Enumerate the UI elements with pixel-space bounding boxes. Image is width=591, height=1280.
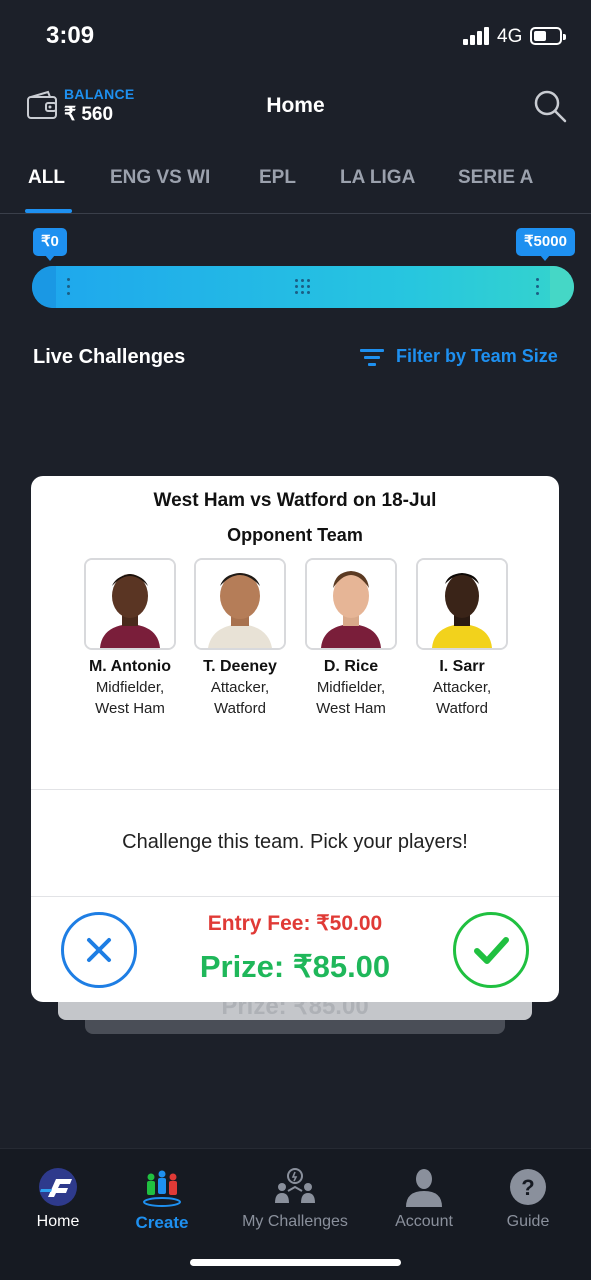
battery-icon [530, 27, 566, 45]
range-min-label: ₹0 [33, 228, 67, 261]
entry-fee-range-slider: ₹0 ₹5000 [0, 228, 591, 318]
status-bar: 3:09 4G [0, 0, 591, 70]
nav-label: Create [135, 1213, 189, 1232]
filter-label: Filter by Team Size [396, 346, 558, 366]
challenge-card[interactable]: West Ham vs Watford on 18-Jul Opponent T… [31, 476, 559, 1002]
tab-serie-a[interactable]: SERIE A [458, 167, 533, 189]
player-photo [416, 558, 508, 650]
nav-home[interactable]: Home [3, 1167, 113, 1231]
guide-icon: ? [506, 1167, 550, 1207]
match-title: West Ham vs Watford on 18-Jul [153, 490, 437, 511]
player-team: West Ham [316, 700, 386, 717]
app-header: BALANCE ₹ 560 Home [0, 70, 591, 140]
league-tabs: ALL ENG VS WI EPL LA LIGA SERIE A [0, 150, 591, 214]
tab-la-liga[interactable]: LA LIGA [340, 167, 415, 189]
player-team: Watford [436, 700, 488, 717]
nav-create[interactable]: Create [107, 1167, 217, 1233]
tab-eng-vs-wi[interactable]: ENG VS WI [110, 167, 210, 189]
player-name: D. Rice [323, 658, 379, 675]
range-max-label: ₹5000 [516, 228, 575, 261]
player-team: West Ham [95, 700, 165, 717]
card-divider [31, 896, 559, 897]
home-logo-icon [36, 1167, 80, 1207]
nav-label: Home [36, 1213, 80, 1230]
player-team: Watford [214, 700, 266, 717]
section-title: Live Challenges [33, 346, 186, 368]
nav-guide[interactable]: ? Guide [473, 1167, 583, 1231]
player-position: Attacker, [210, 679, 270, 696]
status-time: 3:09 [46, 22, 95, 49]
nav-my-challenges[interactable]: My Challenges [240, 1167, 350, 1231]
player-card: M. Antonio Midfielder, West Ham [75, 558, 185, 718]
player-name: T. Deeney [203, 658, 277, 675]
range-track[interactable] [32, 266, 574, 308]
svg-text:?: ? [521, 1175, 534, 1200]
home-indicator [190, 1259, 401, 1266]
card-divider [31, 789, 559, 790]
player-card: T. Deeney Attacker, Watford [185, 558, 295, 718]
player-card: D. Rice Midfielder, West Ham [296, 558, 406, 718]
player-photo [84, 558, 176, 650]
create-team-icon [140, 1167, 184, 1207]
nav-label: Account [395, 1213, 453, 1230]
nav-label: My Challenges [242, 1213, 348, 1230]
player-name: I. Sarr [439, 658, 485, 675]
player-position: Midfielder, [316, 679, 386, 696]
tab-all[interactable]: ALL [28, 167, 65, 189]
wallet-icon[interactable] [26, 90, 58, 120]
checkmark-icon [474, 937, 509, 964]
tab-epl[interactable]: EPL [259, 167, 296, 189]
player-photo [305, 558, 397, 650]
range-max-handle[interactable] [532, 266, 574, 308]
range-min-handle[interactable] [32, 266, 74, 308]
player-position: Attacker, [432, 679, 492, 696]
accept-challenge-button[interactable] [453, 912, 529, 988]
player-name: M. Antonio [88, 658, 172, 675]
nav-label: Guide [506, 1213, 550, 1230]
search-icon[interactable] [532, 88, 568, 124]
filter-icon [360, 349, 384, 366]
nav-account[interactable]: Account [369, 1167, 479, 1231]
balance-label: BALANCE [64, 86, 135, 102]
opponent-team-label: Opponent Team [227, 525, 363, 545]
my-challenges-icon [273, 1167, 317, 1207]
player-photo [194, 558, 286, 650]
network-type: 4G [497, 26, 523, 47]
challenge-prompt: Challenge this team. Pick your players! [122, 831, 468, 853]
active-tab-indicator [25, 209, 72, 213]
balance-value[interactable]: ₹ 560 [64, 103, 113, 126]
player-position: Midfielder, [95, 679, 165, 696]
player-card: I. Sarr Attacker, Watford [407, 558, 517, 718]
range-middle-grip-icon[interactable] [295, 279, 311, 295]
signal-icon [463, 27, 491, 45]
account-icon [402, 1167, 446, 1207]
